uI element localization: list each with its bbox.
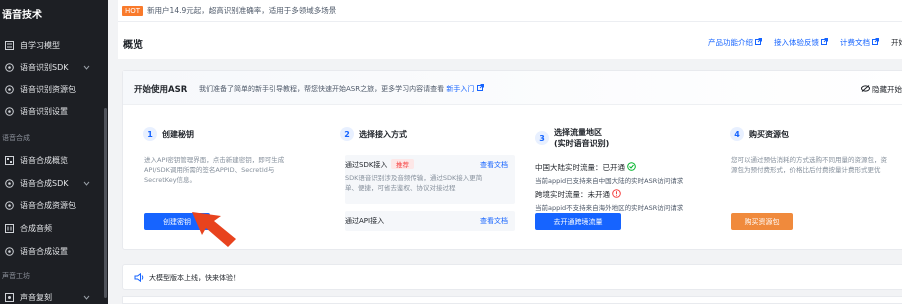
overview-icon xyxy=(4,155,14,165)
sidebar-item-tts-package[interactable]: 语音合成资源包 xyxy=(0,194,104,216)
step-1-text: 进入API密钥管理界面，点击新建密钥，即可生成 API/SDK调用所需的签名AP… xyxy=(144,156,285,184)
api-access-label: 通过API接入 xyxy=(345,217,385,225)
page-title: 概览 xyxy=(123,40,143,51)
sidebar-item-asr-settings[interactable]: 语音识别设置 xyxy=(0,100,104,122)
settings-icon xyxy=(4,106,14,116)
sidebar-item-label: 合成音频 xyxy=(20,223,52,233)
promo-notice-bar: HOT 新用户14.9元起，超高识别准确率，适用于多领域多场景 xyxy=(118,0,902,22)
sidebar-item-label: 语音识别资源包 xyxy=(20,84,76,94)
external-link-icon xyxy=(755,38,762,47)
announcement-banner[interactable]: 大模型版本上线，快来体验！ xyxy=(122,264,902,290)
settings-icon xyxy=(4,246,14,256)
promo-notice-text[interactable]: 新用户14.9元起，超高识别准确率，适用于多领域多场景 xyxy=(147,5,336,16)
external-link-icon xyxy=(821,38,828,47)
step-1-header: 1 创建秘钥 xyxy=(143,127,194,141)
enable-cross-border-button[interactable]: 去开通跨境流量 xyxy=(535,213,621,230)
sidebar-item-label: 语音识别SDK xyxy=(20,62,69,72)
speaker-icon xyxy=(134,272,144,284)
sidebar-item-synth-audio[interactable]: 合成音频 xyxy=(0,217,104,239)
hide-guide-button[interactable]: 隐藏开始 xyxy=(861,84,902,95)
recommended-tag: 推荐 xyxy=(391,159,414,169)
next-section-edge xyxy=(122,296,902,304)
sidebar-item-self-learning-model[interactable]: 自学习模型 xyxy=(0,34,104,56)
model-icon xyxy=(4,40,14,50)
check-circle-icon xyxy=(627,162,636,173)
chevron-down-icon xyxy=(83,63,90,72)
sidebar-item-label: 语音合成SDK xyxy=(20,178,69,188)
api-doc-link[interactable]: 查看文档 xyxy=(480,216,508,226)
get-started-link[interactable]: 开始使 xyxy=(891,37,902,48)
card-title: 开始使用ASR xyxy=(134,85,188,95)
step-title: 选择流量地区 xyxy=(554,128,602,137)
sidebar-item-label: 语音识别设置 xyxy=(20,106,68,116)
sdk-access-label: 通过SDK接入 xyxy=(345,161,388,169)
card-header: 开始使用ASR 我们准备了简单的新手引导教程，帮您快速开始ASR之旅，更多学习内… xyxy=(123,71,902,105)
sidebar-scrollbar[interactable] xyxy=(104,108,107,298)
mainland-traffic-desc: 当前appid已支持来自中国大陆的实时ASR访问请求 xyxy=(535,177,684,185)
step-title: 购买资源包 xyxy=(749,129,789,139)
sidebar-title: 语音技术 xyxy=(2,10,42,21)
sidebar-item-tts-sdk[interactable]: 语音合成SDK xyxy=(0,172,104,194)
sdk-doc-link[interactable]: 查看文档 xyxy=(480,160,508,170)
package-icon xyxy=(4,200,14,210)
buy-package-button[interactable]: 购买资源包 xyxy=(731,213,793,230)
sidebar-item-voice-clone[interactable]: 声音复刻 xyxy=(0,286,104,304)
package-icon xyxy=(4,84,14,94)
audio-icon xyxy=(4,223,14,233)
cross-border-traffic-desc: 当前appid不支持来自海外地区的实时ASR访问请求 xyxy=(535,204,684,212)
step-3-header: 3 选择流量地区 (实时语音识别) xyxy=(535,127,609,149)
sdk-access-option[interactable]: 通过SDK接入 推荐 查看文档 SDK语音识别涉及音频传输，通过SDK接入更简 … xyxy=(345,155,515,204)
step-2-header: 2 选择接入方式 xyxy=(340,127,407,141)
step-number: 2 xyxy=(340,127,354,141)
product-intro-link[interactable]: 产品功能介绍 xyxy=(708,37,762,48)
announcement-text: 大模型版本上线，快来体验！ xyxy=(149,274,240,282)
page-header: 概览 产品功能介绍 接入体验反馈 计费文档 开始使 xyxy=(118,22,902,59)
step-number: 4 xyxy=(730,127,744,141)
mainland-traffic-status: 中国大陆实时流量：已开通 xyxy=(535,162,636,173)
hot-badge: HOT xyxy=(122,5,144,16)
card-description: 我们准备了简单的新手引导教程，帮您快速开始ASR之旅，更多学习内容请查看 新手入… xyxy=(199,84,484,94)
chevron-down-icon xyxy=(83,179,90,188)
external-link-icon xyxy=(872,38,879,47)
billing-doc-link[interactable]: 计费文档 xyxy=(840,37,879,48)
red-arrow-annotation xyxy=(192,212,236,247)
step-title: 选择接入方式 xyxy=(359,129,407,139)
header-links: 产品功能介绍 接入体验反馈 计费文档 开始使 xyxy=(708,37,902,48)
step-number: 1 xyxy=(143,127,157,141)
sdk-icon xyxy=(4,62,14,72)
sdk-icon xyxy=(4,178,14,188)
sidebar-item-tts-settings[interactable]: 语音合成设置 xyxy=(0,240,104,262)
sidebar-item-asr-package[interactable]: 语音识别资源包 xyxy=(0,78,104,100)
sidebar: 语音技术 自学习模型 语音识别SDK 语音识别资源包 语音识别设置 语音合成 语… xyxy=(0,0,108,304)
sidebar-item-label: 语音合成资源包 xyxy=(20,200,76,210)
sidebar-item-label: 声音复刻 xyxy=(20,292,52,302)
sidebar-section-synthesis: 语音合成 xyxy=(2,134,30,142)
beginner-link[interactable]: 新手入门 xyxy=(446,84,484,93)
sidebar-section-studio: 声音工坊 xyxy=(2,272,30,280)
sidebar-item-tts-overview[interactable]: 语音合成概览 xyxy=(0,149,104,171)
sidebar-item-label: 自学习模型 xyxy=(20,40,60,50)
sdk-access-text: SDK语音识别涉及音频传输，通过SDK接入更简 单、便捷，可省去鉴权、协议对接过… xyxy=(345,174,483,192)
step-subtitle: (实时语音识别) xyxy=(554,139,610,148)
step-title: 创建秘钥 xyxy=(162,129,194,139)
sidebar-item-label: 语音合成设置 xyxy=(20,246,68,256)
sidebar-item-label: 语音合成概览 xyxy=(20,155,68,165)
external-link-icon xyxy=(476,84,484,93)
warning-circle-icon xyxy=(612,189,621,200)
chevron-down-icon xyxy=(83,293,90,302)
cross-border-traffic-status: 跨境实时流量：未开通 xyxy=(535,189,621,200)
step-4-header: 4 购买资源包 xyxy=(730,127,789,141)
sidebar-item-asr-sdk[interactable]: 语音识别SDK xyxy=(0,56,104,78)
step-4-text: 您可以通过预估消耗的方式选购不同用量的资源包，资 源包为预付费形式，价格比后付费… xyxy=(731,156,887,174)
eye-off-icon xyxy=(861,85,870,94)
api-access-option[interactable]: 通过API接入 查看文档 xyxy=(345,211,515,231)
feedback-link[interactable]: 接入体验反馈 xyxy=(774,37,828,48)
clone-icon xyxy=(4,292,14,302)
step-number: 3 xyxy=(535,131,549,145)
